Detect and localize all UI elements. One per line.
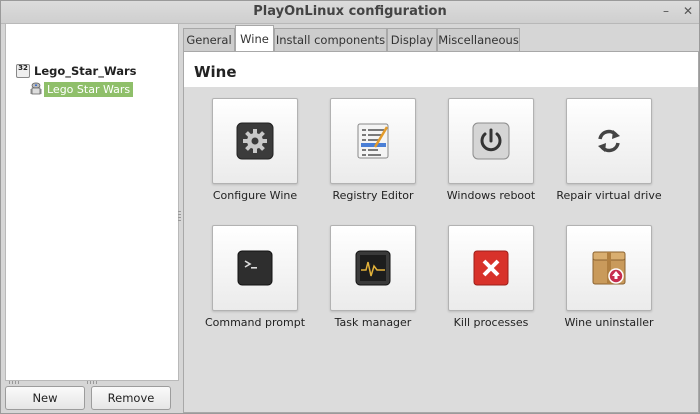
window-title: PlayOnLinux configuration bbox=[253, 4, 447, 19]
tile-label: Kill processes bbox=[453, 316, 529, 329]
panel-heading: Wine bbox=[194, 63, 237, 81]
repair-virtual-drive-button[interactable] bbox=[566, 98, 652, 184]
tile-label: Task manager bbox=[334, 316, 412, 329]
kill-processes-button[interactable] bbox=[448, 225, 534, 311]
tree-item-prefix[interactable]: 32 Lego_Star_Wars bbox=[16, 62, 137, 80]
tab-wine[interactable]: Wine bbox=[235, 25, 274, 51]
tree-item-application[interactable]: Lego Star Wars bbox=[30, 80, 134, 98]
application-tree: 32 Lego_Star_Wars Lego Star Wars bbox=[5, 23, 179, 381]
new-button[interactable]: New bbox=[5, 386, 85, 410]
tab-install-components[interactable]: Install components bbox=[274, 28, 387, 52]
command-prompt-button[interactable] bbox=[212, 225, 298, 311]
wine-32bit-icon: 32 bbox=[16, 64, 30, 78]
monitor-icon bbox=[355, 250, 391, 286]
config-window: PlayOnLinux configuration – ✕ 32 Lego_St… bbox=[0, 0, 700, 414]
title-bar: PlayOnLinux configuration – ✕ bbox=[1, 1, 699, 24]
kill-icon bbox=[473, 250, 509, 286]
registry-editor-button[interactable] bbox=[330, 98, 416, 184]
wine-uninstaller-button[interactable] bbox=[566, 225, 652, 311]
remove-button[interactable]: Remove bbox=[91, 386, 171, 410]
task-manager-button[interactable] bbox=[330, 225, 416, 311]
tile-label: Wine uninstaller bbox=[564, 316, 654, 329]
gear-icon bbox=[236, 122, 274, 160]
splitter-grip[interactable] bbox=[9, 381, 19, 384]
splitter-grip[interactable] bbox=[87, 381, 97, 384]
configure-wine-button[interactable] bbox=[212, 98, 298, 184]
robot-icon bbox=[30, 82, 42, 95]
tile-label: Repair virtual drive bbox=[556, 189, 662, 202]
windows-reboot-button[interactable] bbox=[448, 98, 534, 184]
tab-miscellaneous[interactable]: Miscellaneous bbox=[437, 28, 520, 52]
tab-display[interactable]: Display bbox=[387, 28, 437, 52]
tile-label: Registry Editor bbox=[332, 189, 414, 202]
close-button[interactable]: ✕ bbox=[681, 4, 695, 18]
registry-icon bbox=[357, 123, 389, 159]
tree-child-label: Lego Star Wars bbox=[44, 81, 134, 97]
tab-general[interactable]: General bbox=[183, 28, 235, 52]
wine-tab-panel: Wine Configure Wine Registry Editor Wind… bbox=[183, 51, 699, 413]
minimize-button[interactable]: – bbox=[659, 4, 673, 18]
refresh-icon bbox=[598, 129, 620, 153]
tree-root-label: Lego_Star_Wars bbox=[34, 64, 137, 78]
tile-label: Windows reboot bbox=[446, 189, 536, 202]
pane-splitter[interactable] bbox=[178, 211, 181, 221]
panel-header: Wine bbox=[184, 52, 698, 87]
tile-label: Configure Wine bbox=[212, 189, 298, 202]
power-icon bbox=[472, 122, 510, 160]
terminal-icon bbox=[237, 250, 273, 286]
tile-label: Command prompt bbox=[204, 316, 306, 329]
package-icon bbox=[592, 251, 626, 285]
